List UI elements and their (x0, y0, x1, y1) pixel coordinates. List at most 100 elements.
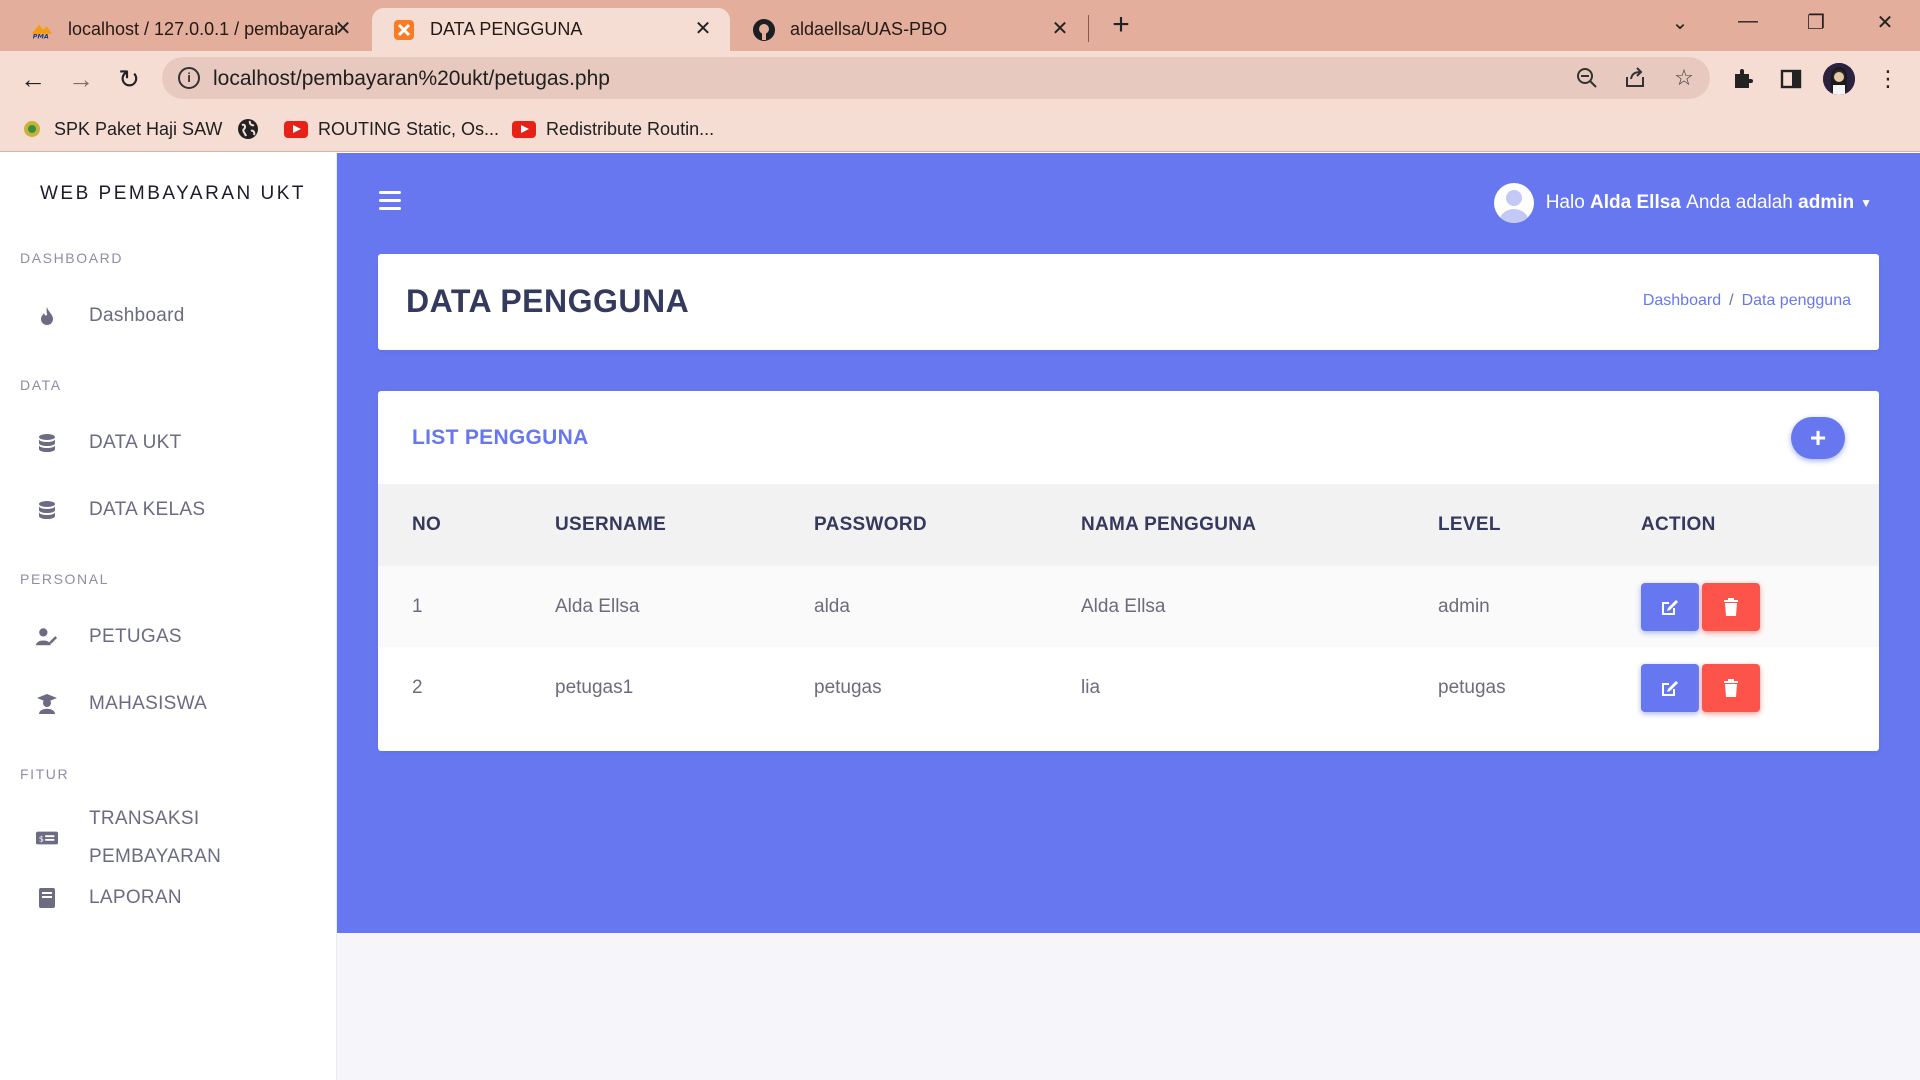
cell-password: petugas (814, 676, 882, 698)
plus-icon: + (1809, 422, 1827, 453)
cell-no: 2 (412, 676, 423, 698)
breadcrumb-current: Data pengguna (1741, 292, 1851, 309)
add-user-button[interactable]: + (1791, 417, 1845, 459)
column-header-action: ACTION (1641, 514, 1716, 535)
tab-title: DATA PENGGUNA (430, 19, 583, 39)
database-icon (36, 499, 58, 521)
youtube-icon (284, 119, 308, 139)
greeting-prefix: Halo (1545, 192, 1585, 213)
tab-search-icon[interactable]: ⌄ (1665, 10, 1695, 35)
trash-icon (1724, 597, 1738, 616)
edit-icon (1662, 680, 1678, 696)
caret-down-icon: ▼ (1860, 196, 1872, 210)
close-tab-icon[interactable]: ✕ (332, 18, 354, 40)
cell-password: alda (814, 595, 850, 617)
sidebar-item-data-ukt[interactable]: DATA UKT (0, 418, 336, 468)
close-tab-icon[interactable]: ✕ (692, 18, 714, 40)
profile-avatar[interactable] (1823, 63, 1855, 95)
user-name: Alda Ellsa (1590, 192, 1681, 213)
cell-level: petugas (1438, 676, 1506, 698)
breadcrumb-separator: / (1729, 292, 1734, 309)
github-icon (752, 18, 776, 42)
cell-nama-pengguna: lia (1081, 676, 1101, 698)
fire-icon (36, 305, 58, 327)
restore-icon[interactable]: ❐ (1801, 10, 1831, 35)
forward-icon[interactable]: → (64, 62, 98, 96)
sidebar-item-dashboard[interactable]: Dashboard (0, 291, 336, 341)
browser-tab-github[interactable]: aldaellsa/UAS-PBO ✕ (732, 8, 1087, 51)
sidebar-item-laporan[interactable]: LAPORAN (0, 873, 336, 923)
youtube-icon (512, 119, 536, 139)
sidebar-item-petugas[interactable]: PETUGAS (0, 612, 336, 662)
chrome-menu-icon[interactable]: ⋮ (1874, 65, 1902, 93)
column-header-level: LEVEL (1438, 514, 1501, 535)
bookmark-star-icon[interactable]: ☆ (1671, 65, 1697, 91)
edit-button[interactable] (1641, 663, 1699, 712)
sidebar-heading-dashboard: DASHBOARD (20, 250, 124, 266)
column-header-no: NO (412, 514, 442, 535)
tab-title: aldaellsa/UAS-PBO (790, 19, 948, 39)
edit-button[interactable] (1641, 582, 1699, 631)
phpmyadmin-icon: PMA (30, 18, 54, 42)
tab-title: localhost / 127.0.0.1 / pembayaran (68, 19, 338, 39)
page-viewport: WEB PEMBAYARAN UKT DASHBOARD Dashboard D… (0, 153, 1920, 1080)
close-tab-icon[interactable]: ✕ (1049, 18, 1071, 40)
user-role: admin (1798, 192, 1855, 213)
browser-tab-data-pengguna[interactable]: DATA PENGGUNA ✕ (372, 8, 730, 51)
user-edit-icon (36, 626, 58, 648)
xampp-icon (392, 18, 416, 42)
user-graduate-icon (36, 693, 58, 715)
sidebar-item-mahasiswa[interactable]: MAHASISWA (0, 679, 336, 729)
delete-button[interactable] (1702, 663, 1760, 712)
sidebar: WEB PEMBAYARAN UKT DASHBOARD Dashboard D… (0, 153, 337, 1080)
share-icon[interactable] (1622, 65, 1648, 91)
zoom-icon[interactable] (1574, 65, 1600, 91)
minimize-icon[interactable]: — (1733, 10, 1763, 33)
sidebar-item-label: Dashboard (89, 305, 185, 326)
sidebar-item-transaksi-pembayaran[interactable]: $ TRANSAKSI PEMBAYARAN (0, 796, 336, 880)
role-text: Anda adalah (1686, 192, 1793, 213)
side-panel-icon[interactable] (1777, 65, 1805, 93)
breadcrumb-dashboard[interactable]: Dashboard (1643, 292, 1721, 309)
book-icon (36, 887, 58, 909)
svg-text:$: $ (39, 834, 44, 844)
trash-icon (1724, 678, 1738, 697)
bookmark-spk[interactable]: SPK Paket Haji SAW (20, 115, 222, 143)
table-header-row: NO USERNAME PASSWORD NAMA PENGGUNA LEVEL… (378, 484, 1879, 566)
brand-title[interactable]: WEB PEMBAYARAN UKT (40, 183, 306, 205)
sidebar-heading-fitur: FITUR (20, 766, 70, 782)
close-window-icon[interactable]: ✕ (1870, 10, 1900, 35)
sidebar-item-label: LAPORAN (89, 887, 182, 908)
bookmark-label: Redistribute Routin... (546, 118, 715, 139)
table-row: 2 petugas1 petugas lia petugas (378, 647, 1879, 728)
back-icon[interactable]: ← (16, 62, 50, 96)
cell-no: 1 (412, 595, 423, 617)
url-text[interactable]: localhost/pembayaran%20ukt/petugas.php (213, 67, 610, 91)
menu-toggle-icon[interactable] (379, 191, 401, 211)
cell-action (1641, 566, 1763, 647)
globe-icon (236, 119, 260, 139)
kemenag-icon (20, 119, 44, 139)
column-header-nama-pengguna: NAMA PENGGUNA (1081, 514, 1257, 535)
reload-icon[interactable]: ↻ (112, 62, 146, 96)
bookmark-routing-static[interactable]: ROUTING Static, Os... (284, 115, 499, 143)
site-info-icon[interactable]: i (178, 67, 200, 89)
browser-tab-phpmyadmin[interactable]: PMA localhost / 127.0.0.1 / pembayaran ✕ (10, 8, 370, 51)
sidebar-heading-personal: PERSONAL (20, 571, 110, 587)
bookmark-redistribute[interactable]: Redistribute Routin... (512, 115, 714, 143)
user-dropdown[interactable]: Halo Alda Ellsa Anda adalah admin ▼ (1493, 183, 1872, 223)
bookmark-label: SPK Paket Haji SAW (54, 118, 223, 139)
user-avatar (1493, 183, 1534, 223)
cell-level: admin (1438, 595, 1490, 617)
extensions-icon[interactable] (1729, 65, 1757, 93)
bookmark-label: ROUTING Static, Os... (318, 118, 500, 139)
new-tab-icon[interactable]: + (1108, 10, 1134, 40)
breadcrumb: Dashboard / Data pengguna (1643, 292, 1851, 310)
sidebar-item-label: PETUGAS (89, 626, 182, 647)
delete-button[interactable] (1702, 582, 1760, 631)
column-header-username: USERNAME (555, 514, 667, 535)
browser-toolbar: ← → ↻ i localhost/pembayaran%20ukt/petug… (0, 51, 1920, 107)
address-bar[interactable]: i localhost/pembayaran%20ukt/petugas.php… (162, 57, 1710, 99)
sidebar-item-data-kelas[interactable]: DATA KELAS (0, 485, 336, 535)
bookmark-globe[interactable] (236, 115, 270, 143)
